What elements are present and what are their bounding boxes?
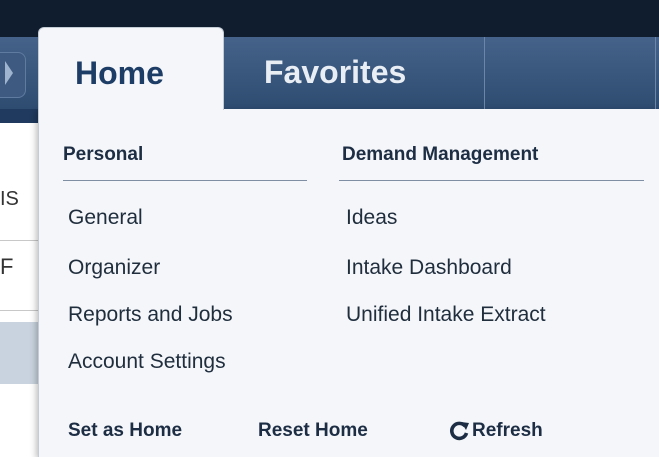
background-band	[0, 322, 38, 384]
background-text-fragment: IS	[0, 188, 19, 210]
chevron-right-icon	[5, 61, 13, 85]
set-as-home-link[interactable]: Set as Home	[68, 420, 182, 442]
nav-divider	[655, 37, 656, 109]
menu-item-ideas[interactable]: Ideas	[346, 206, 397, 230]
menu-item-unified-intake-extract[interactable]: Unified Intake Extract	[346, 303, 546, 327]
tab-favorites[interactable]: Favorites	[224, 37, 484, 109]
tab-label: Favorites	[264, 54, 407, 90]
background-divider	[0, 310, 38, 311]
refresh-icon	[450, 421, 469, 441]
menu-item-organizer[interactable]: Organizer	[68, 256, 160, 280]
reset-home-link[interactable]: Reset Home	[258, 420, 368, 442]
menu-item-intake-dashboard[interactable]: Intake Dashboard	[346, 256, 512, 280]
background-strip	[0, 109, 38, 123]
tab-home[interactable]: Home	[38, 27, 224, 110]
menu-item-reports-and-jobs[interactable]: Reports and Jobs	[68, 303, 233, 327]
background-divider	[0, 240, 38, 241]
app-window: IS F Home Favorites Personal General Org…	[0, 0, 659, 457]
nav-divider	[484, 37, 485, 109]
menu-item-general[interactable]: General	[68, 206, 143, 230]
nav-scroll-button[interactable]	[0, 52, 26, 98]
section-divider	[63, 180, 307, 181]
menu-item-account-settings[interactable]: Account Settings	[68, 350, 226, 374]
section-divider	[339, 180, 644, 181]
tab-label: Home	[75, 55, 164, 91]
background-text-fragment: F	[0, 254, 14, 279]
refresh-label: Refresh	[472, 420, 543, 441]
menu-section-header-demand-management: Demand Management	[342, 144, 539, 165]
menu-section-header-personal: Personal	[63, 144, 144, 165]
